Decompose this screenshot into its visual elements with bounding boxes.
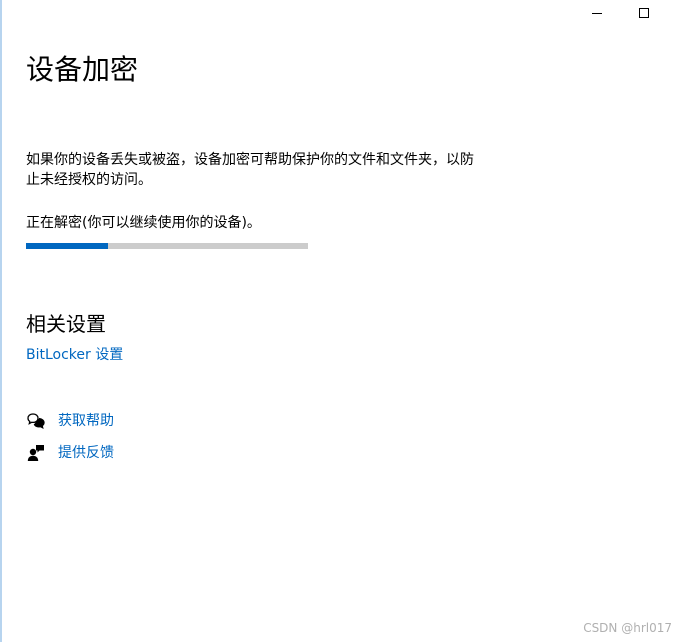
give-feedback-label: 提供反馈 xyxy=(58,445,114,461)
bitlocker-settings-link[interactable]: BitLocker 设置 xyxy=(26,344,123,366)
related-settings-heading: 相关设置 xyxy=(26,312,106,336)
decryption-progress-fill xyxy=(26,243,108,249)
encryption-description: 如果你的设备丢失或被盗，设备加密可帮助保护你的文件和文件夹，以防止未经授权的访问… xyxy=(26,152,474,188)
minimize-button[interactable] xyxy=(574,0,620,26)
chat-bubbles-icon xyxy=(26,411,46,431)
get-help-link[interactable]: 获取帮助 xyxy=(26,410,114,432)
settings-window: 设备加密 如果你的设备丢失或被盗，设备加密可帮助保护你的文件和文件夹，以防止未经… xyxy=(0,0,682,642)
decryption-status: 正在解密(你可以继续使用你的设备)。 xyxy=(26,215,261,231)
get-help-label: 获取帮助 xyxy=(58,413,114,429)
maximize-button[interactable] xyxy=(621,0,667,26)
feedback-person-icon xyxy=(26,443,46,463)
watermark-text: CSDN @hrl017 xyxy=(583,621,672,635)
decryption-progress-bar xyxy=(26,243,308,249)
minimize-icon xyxy=(592,12,602,14)
give-feedback-link[interactable]: 提供反馈 xyxy=(26,442,114,464)
maximize-icon xyxy=(639,8,649,18)
page-title: 设备加密 xyxy=(26,53,139,86)
